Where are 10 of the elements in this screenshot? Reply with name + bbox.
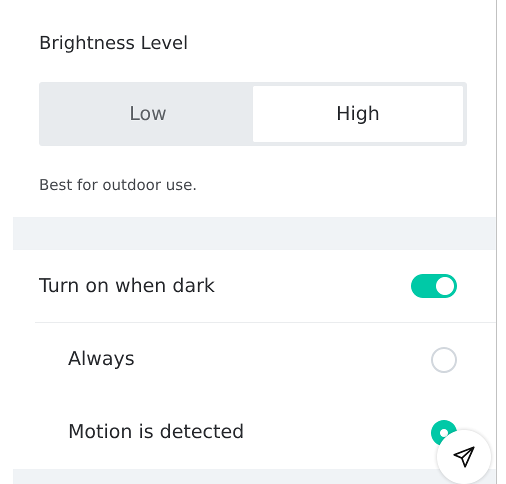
toggle-switch[interactable] [411,274,457,298]
section-title: Brightness Level [39,32,190,56]
paper-plane-icon [451,444,477,470]
description-text: Best for outdoor use. [39,175,198,196]
option-label: Motion is detected [68,420,244,446]
setting-label: Turn on when dark [39,274,215,299]
segment-option[interactable]: High [253,86,463,142]
radio-button[interactable] [431,346,457,372]
segment-option[interactable]: Low [43,86,253,142]
option-label: Always [68,347,135,372]
